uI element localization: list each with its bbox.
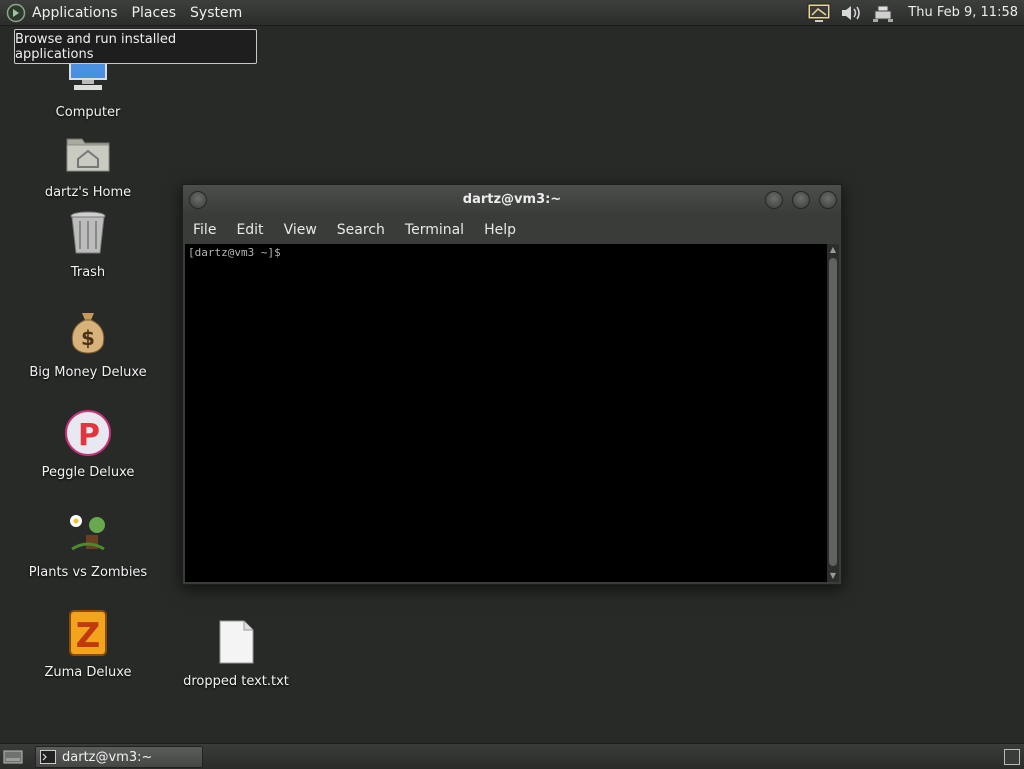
top-panel: Applications Places System Thu Feb 9, 11…: [0, 0, 1024, 26]
desktop-icon-big-money[interactable]: $ Big Money Deluxe: [23, 309, 153, 380]
maximize-button[interactable]: [792, 191, 810, 209]
desktop-icon-peggle[interactable]: P Peggle Deluxe: [23, 409, 153, 480]
peggle-icon: P: [65, 410, 111, 456]
home-folder-icon: [66, 138, 110, 172]
menu-view[interactable]: View: [274, 222, 327, 238]
desktop-icon-label: dartz's Home: [44, 185, 132, 200]
taskbar-terminal-button[interactable]: dartz@vm3:~: [35, 746, 203, 768]
scroll-down-arrow-icon[interactable]: ▼: [827, 570, 839, 582]
desktop-icon-label: Zuma Deluxe: [44, 665, 132, 680]
scroll-up-arrow-icon[interactable]: ▲: [827, 244, 839, 256]
terminal-window[interactable]: dartz@vm3:~ File Edit View Search Termin…: [182, 184, 842, 585]
menu-search[interactable]: Search: [327, 222, 395, 238]
plants-icon: [70, 515, 105, 551]
desktop-icon-trash[interactable]: Trash: [23, 209, 153, 280]
taskbar-terminal-label: dartz@vm3:~: [62, 749, 153, 765]
terminal-output[interactable]: [dartz@vm3 ~]$: [185, 244, 827, 582]
menu-file[interactable]: File: [183, 222, 226, 238]
money-bag-icon: $: [71, 313, 105, 354]
terminal-menubar: File Edit View Search Terminal Help: [183, 217, 526, 243]
desktop-icon-label: Plants vs Zombies: [28, 565, 148, 580]
terminal-icon: [40, 750, 56, 764]
tooltip-text: Browse and run installed applications: [15, 31, 177, 62]
desktop-icon-label: Trash: [70, 265, 106, 280]
menu-terminal[interactable]: Terminal: [395, 222, 474, 238]
places-menu-label: Places: [131, 4, 177, 21]
trash-icon: [70, 211, 106, 254]
desktop-icon-label: Big Money Deluxe: [29, 365, 147, 380]
scroll-thumb[interactable]: [829, 258, 837, 566]
text-file-icon: [219, 620, 254, 664]
shell-prompt: [dartz@vm3 ~]$: [188, 246, 281, 259]
places-menu[interactable]: Places: [125, 0, 184, 25]
close-button[interactable]: [819, 191, 837, 209]
desktop-icon-dropped-text[interactable]: dropped text.txt: [171, 618, 301, 689]
desktop-icon-zuma[interactable]: Z Zuma Deluxe: [23, 609, 153, 680]
bottom-panel: dartz@vm3:~: [0, 743, 1024, 769]
display-icon[interactable]: [806, 2, 832, 24]
minimize-button[interactable]: [765, 191, 783, 209]
applications-tooltip: Browse and run installed applications: [14, 29, 257, 64]
zuma-icon: Z: [69, 610, 107, 656]
terminal-title: dartz@vm3:~: [462, 192, 562, 207]
terminal-titlebar[interactable]: dartz@vm3:~: [183, 185, 841, 215]
system-menu-label: System: [190, 4, 243, 21]
desktop-icon-label: dropped text.txt: [183, 674, 289, 689]
network-icon[interactable]: [870, 2, 896, 24]
clock[interactable]: Thu Feb 9, 11:58: [908, 5, 1018, 20]
menu-edit[interactable]: Edit: [226, 222, 273, 238]
desktop-icon-label: Computer: [55, 105, 121, 120]
gnome-foot-icon: [6, 3, 26, 22]
svg-text:$: $: [81, 326, 95, 350]
menu-help[interactable]: Help: [474, 222, 526, 238]
show-desktop-icon[interactable]: [3, 749, 23, 765]
svg-text:P: P: [78, 418, 100, 453]
applications-menu-label: Applications: [32, 4, 118, 21]
svg-text:Z: Z: [76, 616, 101, 656]
system-menu[interactable]: System: [183, 0, 249, 25]
terminal-scrollbar[interactable]: ▲ ▼: [827, 244, 839, 582]
desktop-icon-label: Peggle Deluxe: [41, 465, 135, 480]
applications-menu[interactable]: Applications: [0, 0, 125, 25]
workspace-switcher[interactable]: [1004, 749, 1020, 765]
desktop-icon-plants[interactable]: Plants vs Zombies: [23, 509, 153, 580]
desktop-icon-home[interactable]: dartz's Home: [23, 129, 153, 200]
volume-icon[interactable]: [838, 2, 864, 24]
